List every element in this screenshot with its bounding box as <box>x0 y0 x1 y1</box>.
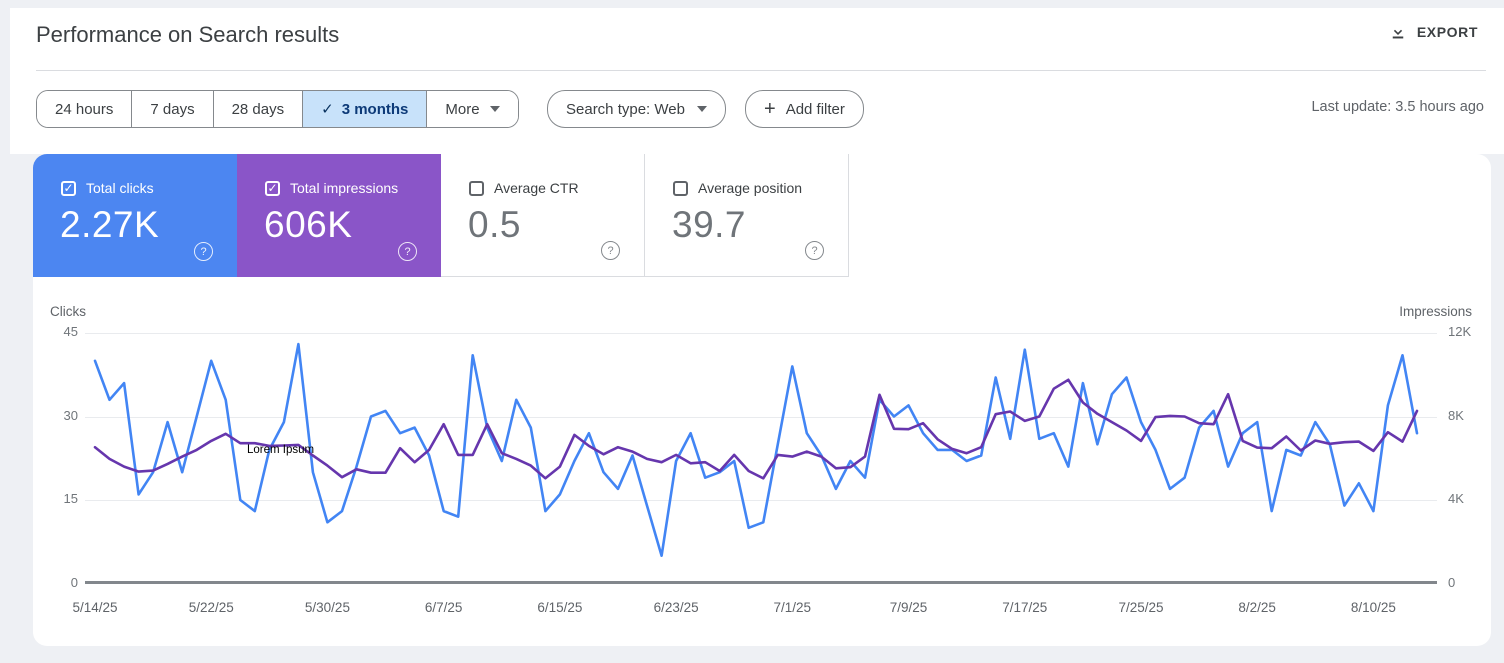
x-tick-label: 6/23/25 <box>653 600 699 615</box>
chevron-down-icon <box>489 106 500 112</box>
range-7-days[interactable]: 7 days <box>132 91 214 127</box>
range-more[interactable]: More <box>427 91 518 127</box>
checkbox-total-impressions[interactable]: ✓ <box>265 180 280 196</box>
metric-label: Total impressions <box>290 180 399 196</box>
y-tick-left: 30 <box>63 407 78 423</box>
range-3-months[interactable]: ✓ 3 months <box>303 91 428 127</box>
download-icon <box>1389 23 1407 41</box>
x-tick-label: 5/14/25 <box>72 600 118 615</box>
metric-value: 2.27K <box>60 204 160 245</box>
y-tick-right: 12K <box>1448 324 1472 339</box>
x-tick-label: 8/10/25 <box>1350 600 1396 615</box>
metric-card-total-impressions[interactable]: ✓ Total impressions 606K ? <box>237 154 441 277</box>
metric-card-total-clicks[interactable]: ✓ Total clicks 2.27K ? <box>33 154 237 277</box>
search-type-dropdown[interactable]: Search type: Web <box>547 90 726 128</box>
help-icon[interactable]: ? <box>805 241 824 260</box>
help-icon[interactable]: ? <box>398 242 417 261</box>
metric-label: Total clicks <box>86 180 154 196</box>
checkbox-average-position[interactable]: ✓ <box>673 180 688 196</box>
plus-icon: + <box>764 98 776 120</box>
metric-label: Average CTR <box>494 180 579 196</box>
help-icon[interactable]: ? <box>194 242 213 261</box>
header-divider <box>36 70 1486 71</box>
export-label: EXPORT <box>1416 24 1478 40</box>
y-tick-right: 4K <box>1448 491 1464 506</box>
last-update-text: Last update: 3.5 hours ago <box>1311 99 1484 115</box>
metric-value: 0.5 <box>468 204 521 245</box>
performance-page: Performance on Search results EXPORT 24 … <box>0 0 1504 663</box>
x-tick-label: 7/1/25 <box>773 600 812 615</box>
x-tick-label: 7/17/25 <box>1002 600 1048 615</box>
y-tick-right: 0 <box>1448 574 1456 590</box>
range-28-days[interactable]: 28 days <box>213 91 304 127</box>
y-tick-left: 15 <box>63 491 78 506</box>
right-axis-title: Impressions <box>1399 304 1472 319</box>
metric-card-average-position[interactable]: ✓ Average position 39.7 ? <box>645 154 849 277</box>
y-tick-left: 0 <box>70 574 78 590</box>
checkbox-total-clicks[interactable]: ✓ <box>61 180 76 196</box>
export-button[interactable]: EXPORT <box>1383 22 1484 42</box>
x-tick-label: 7/25/25 <box>1118 600 1164 615</box>
metric-label: Average position <box>698 180 803 196</box>
chevron-down-icon <box>696 106 707 112</box>
x-tick-label: 8/2/25 <box>1238 600 1276 615</box>
add-filter-button[interactable]: + Add filter <box>745 90 864 128</box>
x-tick-label: 6/15/25 <box>537 600 583 615</box>
left-axis-title: Clicks <box>50 304 86 319</box>
date-range-group: 24 hours 7 days 28 days ✓ 3 months More <box>36 90 519 128</box>
page-title: Performance on Search results <box>36 22 340 47</box>
x-tick-label: 5/22/25 <box>188 600 234 615</box>
x-tick-label: 6/7/25 <box>424 600 463 615</box>
help-icon[interactable]: ? <box>601 241 620 260</box>
metric-value: 606K <box>264 204 353 245</box>
checkbox-average-ctr[interactable]: ✓ <box>469 180 484 196</box>
y-tick-left: 45 <box>63 324 78 339</box>
chart-annotation: Lorem Ipsum <box>247 444 315 456</box>
y-tick-right: 8K <box>1448 407 1464 423</box>
check-icon: ✓ <box>321 101 334 118</box>
x-tick-label: 7/9/25 <box>889 600 928 615</box>
metric-card-average-ctr[interactable]: ✓ Average CTR 0.5 ? <box>441 154 645 277</box>
x-tick-label: 5/30/25 <box>304 600 350 615</box>
metric-value: 39.7 <box>672 204 747 245</box>
range-24-hours[interactable]: 24 hours <box>37 91 133 127</box>
